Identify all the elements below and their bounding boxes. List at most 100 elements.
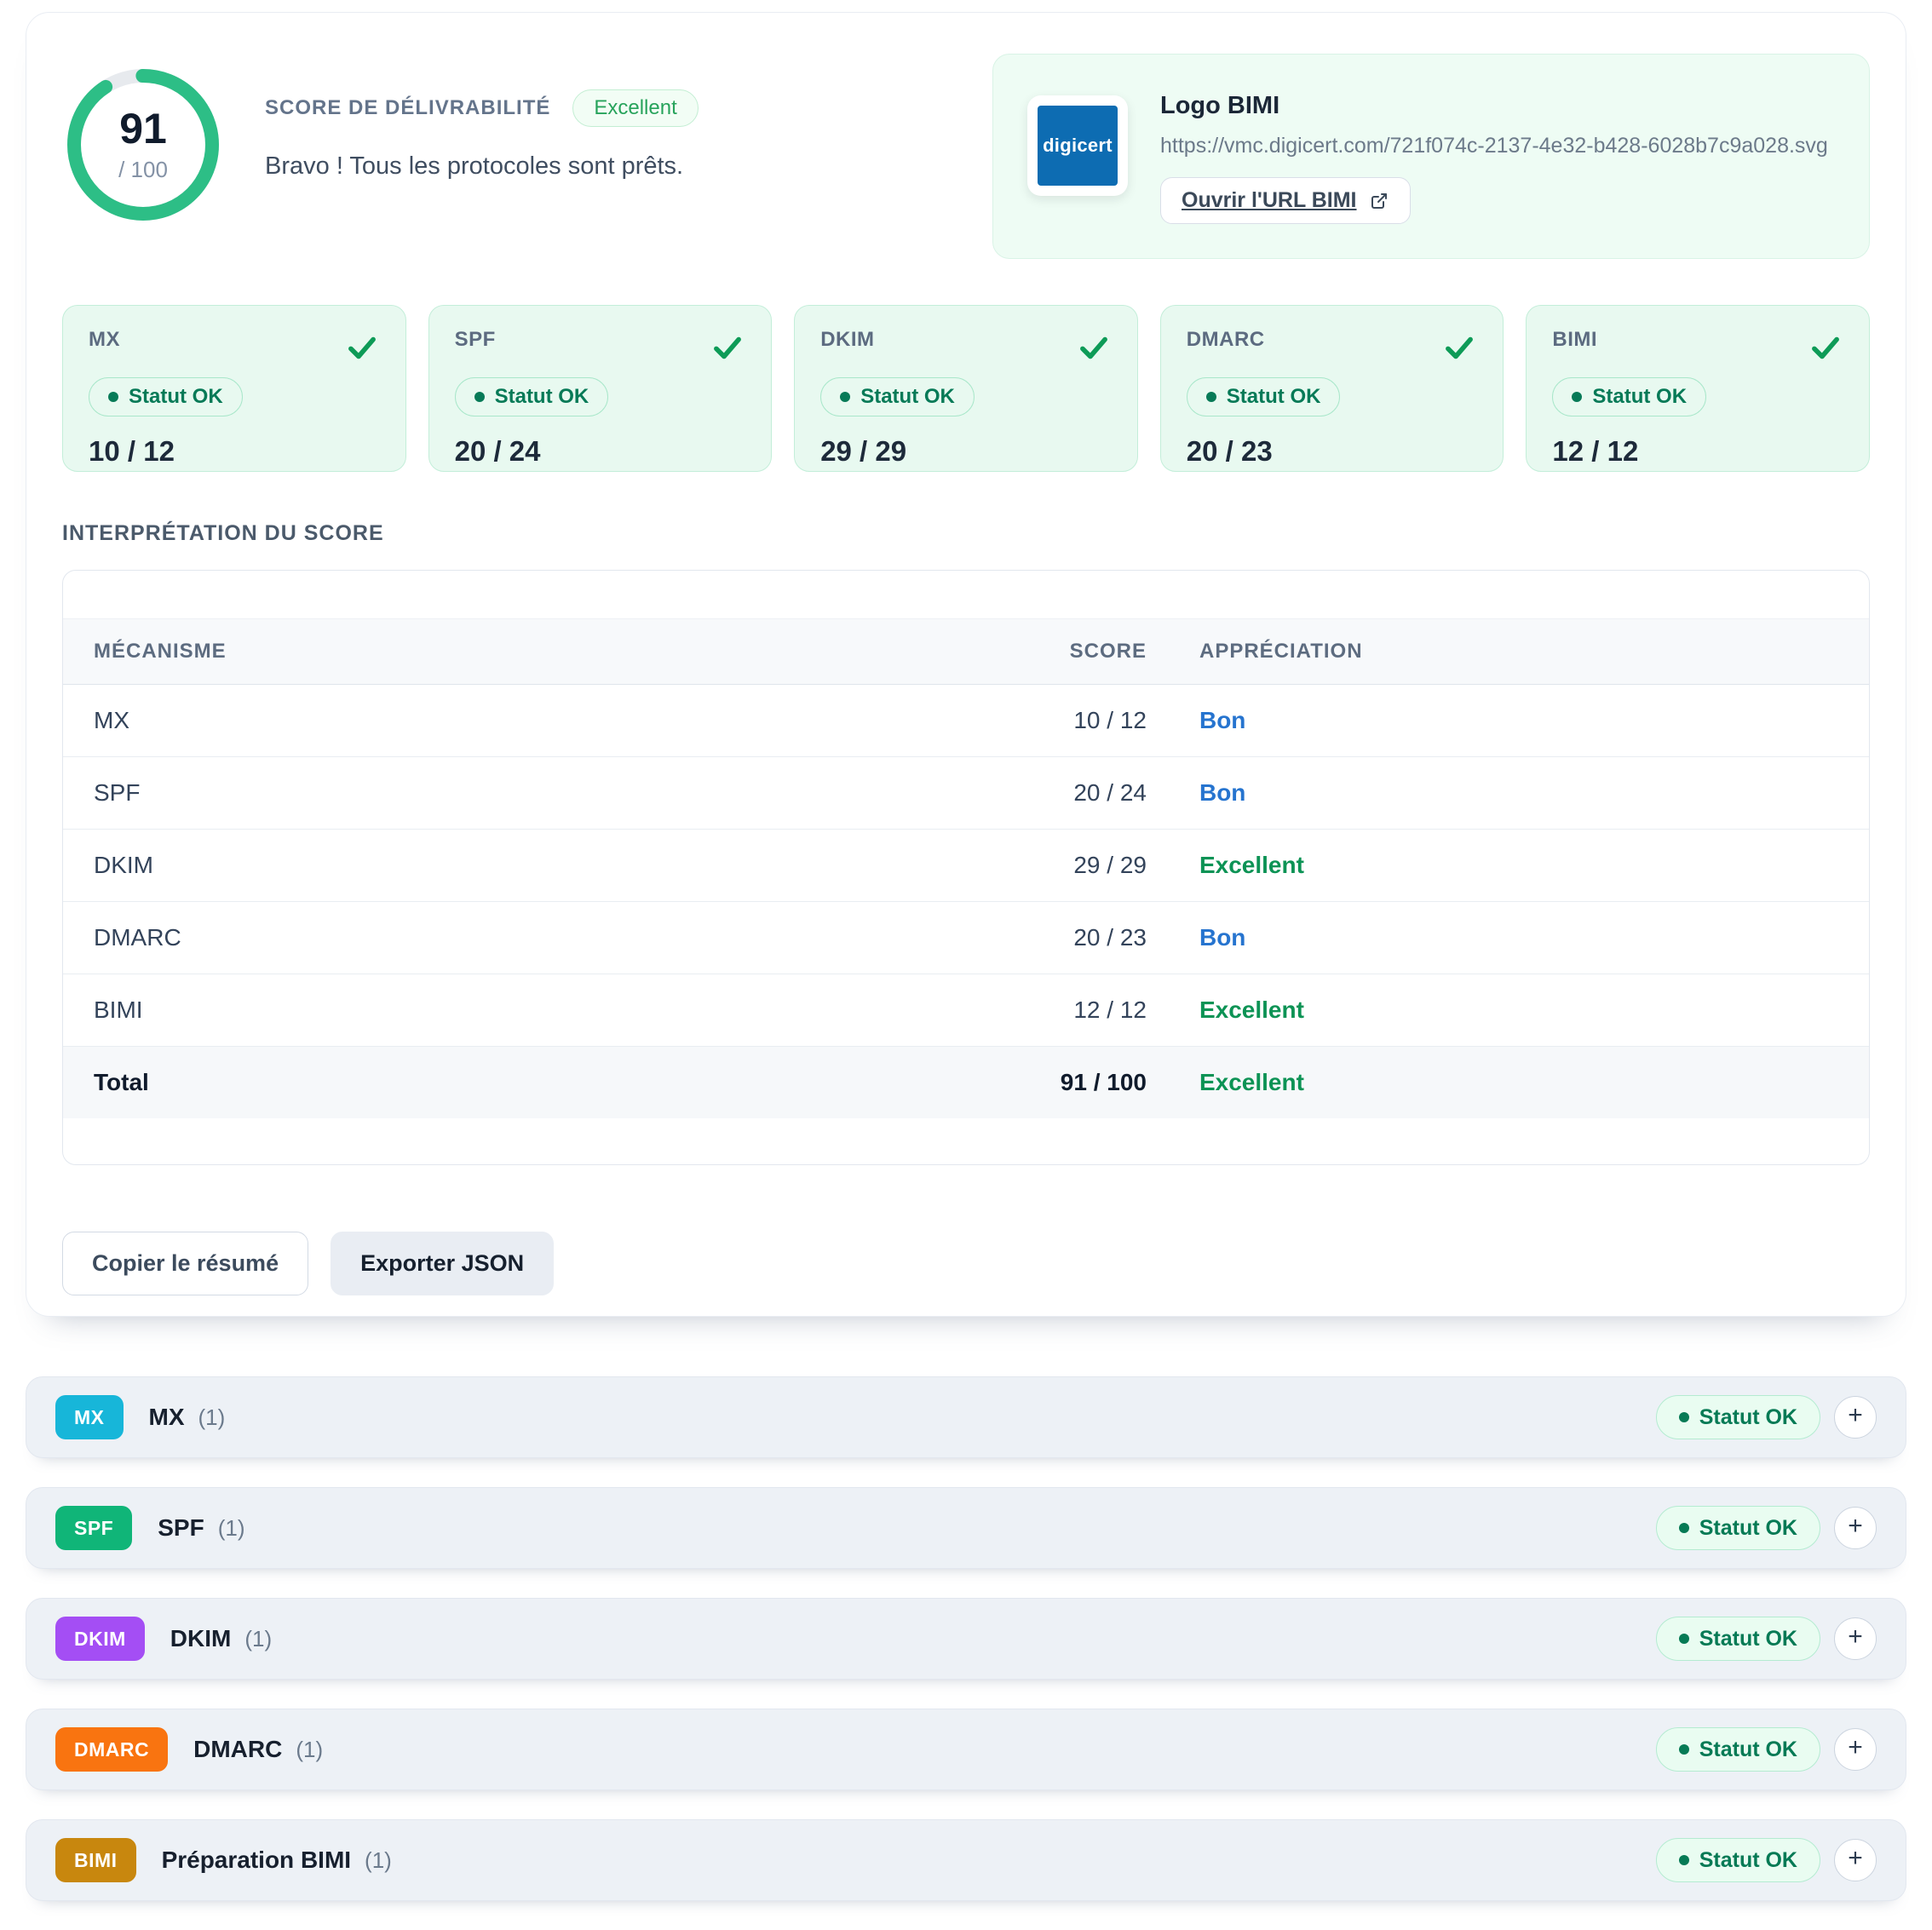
status-card-score: 20 / 23 (1187, 435, 1478, 468)
table-row: BIMI 12 / 12 Excellent (63, 974, 1869, 1047)
panel-header: 91 / 100 SCORE DE DÉLIVRABILITÉ Excellen… (62, 54, 1870, 259)
column-header-score: SCORE (930, 619, 1147, 685)
status-card-score: 29 / 29 (820, 435, 1112, 468)
plus-icon: + (1848, 1624, 1863, 1650)
expand-button[interactable]: + (1834, 1839, 1877, 1881)
status-dot-icon (840, 392, 850, 402)
status-dot-icon (1679, 1634, 1689, 1644)
table-row: DKIM 29 / 29 Excellent (63, 830, 1869, 902)
status-card-score: 20 / 24 (455, 435, 746, 468)
table-row: DMARC 20 / 23 Bon (63, 902, 1869, 974)
bimi-logo-tile: digicert (1027, 95, 1128, 196)
bimi-logo-card: digicert Logo BIMI https://vmc.digicert.… (992, 54, 1870, 259)
table-row: SPF 20 / 24 Bon (63, 757, 1869, 830)
deliverability-panel: 91 / 100 SCORE DE DÉLIVRABILITÉ Excellen… (26, 12, 1906, 1317)
status-card-mx: MX Statut OK 10 / 12 (62, 305, 406, 472)
section-status-label: Statut OK (1699, 1848, 1797, 1873)
status-card-dmarc: DMARC Statut OK 20 / 23 (1160, 305, 1504, 472)
cell-score-total: 91 / 100 (930, 1047, 1147, 1119)
digicert-logo: digicert (1038, 106, 1118, 186)
expand-button[interactable]: + (1834, 1396, 1877, 1439)
status-badge: Statut OK (1552, 377, 1706, 416)
score-rating-badge: Excellent (572, 89, 698, 127)
section-count: (1) (218, 1515, 245, 1542)
cell-mechanism-total: Total (63, 1047, 930, 1119)
cell-mechanism: DMARC (63, 902, 930, 974)
section-count: (1) (365, 1847, 392, 1874)
bimi-url: https://vmc.digicert.com/721f074c-2137-4… (1160, 134, 1828, 158)
cell-appreciation: Bon (1147, 757, 1869, 830)
status-card-header: MX (89, 328, 380, 365)
expand-button[interactable]: + (1834, 1617, 1877, 1660)
status-badge-label: Statut OK (1227, 385, 1321, 409)
status-dot-icon (1679, 1744, 1689, 1755)
status-card-header: SPF (455, 328, 746, 365)
score-title-row: SCORE DE DÉLIVRABILITÉ Excellent (265, 89, 992, 127)
check-icon (1441, 330, 1477, 365)
section-count: (1) (198, 1404, 226, 1431)
copy-summary-button[interactable]: Copier le résumé (62, 1232, 308, 1295)
status-dot-icon (1572, 392, 1582, 402)
section-row-mx[interactable]: MX MX (1) Statut OK + (26, 1376, 1906, 1458)
export-json-button[interactable]: Exporter JSON (331, 1232, 554, 1295)
cell-appreciation: Bon (1147, 685, 1869, 757)
column-header-appreciation: APPRÉCIATION (1147, 619, 1869, 685)
cell-appreciation: Bon (1147, 902, 1869, 974)
section-row-bimi[interactable]: BIMI Préparation BIMI (1) Statut OK + (26, 1819, 1906, 1901)
section-row-spf[interactable]: SPF SPF (1) Statut OK + (26, 1487, 1906, 1569)
section-status-label: Statut OK (1699, 1516, 1797, 1541)
section-status-label: Statut OK (1699, 1627, 1797, 1651)
table-header-row: MÉCANISME SCORE APPRÉCIATION (63, 619, 1869, 685)
section-status-label: Statut OK (1699, 1738, 1797, 1762)
section-count: (1) (296, 1737, 323, 1763)
score-info: SCORE DE DÉLIVRABILITÉ Excellent Bravo !… (265, 89, 992, 181)
status-badge-label: Statut OK (860, 385, 955, 409)
open-bimi-url-button[interactable]: Ouvrir l'URL BIMI (1160, 177, 1411, 224)
status-dot-icon (1679, 1412, 1689, 1422)
score-max: / 100 (118, 157, 168, 183)
status-badge-label: Statut OK (129, 385, 223, 409)
cell-score: 20 / 24 (930, 757, 1147, 830)
section-tag-badge: DMARC (55, 1727, 168, 1772)
status-card-header: DKIM (820, 328, 1112, 365)
status-card-score: 10 / 12 (89, 435, 380, 468)
status-badge-label: Statut OK (495, 385, 589, 409)
section-status-label: Statut OK (1699, 1405, 1797, 1430)
section-tag-badge: MX (55, 1395, 124, 1439)
section-tag-badge: SPF (55, 1506, 132, 1550)
interpretation-table-card: MÉCANISME SCORE APPRÉCIATION MX 10 / 12 … (62, 570, 1870, 1165)
status-card-name: BIMI (1552, 328, 1597, 352)
plus-icon: + (1848, 1514, 1863, 1539)
score-value: 91 (119, 107, 167, 150)
status-badge-label: Statut OK (1592, 385, 1687, 409)
score-value-group: 91 / 100 (62, 64, 224, 226)
column-header-mechanism: MÉCANISME (63, 619, 930, 685)
section-title: SPF (158, 1514, 204, 1542)
cell-score: 29 / 29 (930, 830, 1147, 902)
check-icon (1076, 330, 1112, 365)
section-count: (1) (244, 1626, 272, 1652)
score-subtitle: Bravo ! Tous les protocoles sont prêts. (265, 152, 992, 181)
check-icon (1808, 330, 1843, 365)
expand-button[interactable]: + (1834, 1507, 1877, 1549)
bimi-card-title: Logo BIMI (1160, 92, 1828, 120)
status-badge: Statut OK (1187, 377, 1341, 416)
section-title: DKIM (170, 1625, 232, 1652)
section-row-dkim[interactable]: DKIM DKIM (1) Statut OK + (26, 1598, 1906, 1680)
section-row-dmarc[interactable]: DMARC DMARC (1) Statut OK + (26, 1709, 1906, 1790)
plus-icon: + (1848, 1846, 1863, 1871)
section-status-badge: Statut OK (1656, 1395, 1820, 1439)
cell-appreciation-total: Excellent (1147, 1047, 1869, 1119)
status-dot-icon (1679, 1855, 1689, 1865)
check-icon (344, 330, 380, 365)
actions-bar: Copier le résumé Exporter JSON (62, 1232, 1870, 1295)
section-title: MX (149, 1404, 185, 1431)
status-dot-icon (1206, 392, 1216, 402)
section-status-badge: Statut OK (1656, 1727, 1820, 1772)
status-card-bimi: BIMI Statut OK 12 / 12 (1526, 305, 1870, 472)
status-card-name: MX (89, 328, 120, 352)
status-card-score: 12 / 12 (1552, 435, 1843, 468)
expand-button[interactable]: + (1834, 1728, 1877, 1771)
section-title: Préparation BIMI (162, 1847, 351, 1874)
status-dot-icon (474, 392, 485, 402)
